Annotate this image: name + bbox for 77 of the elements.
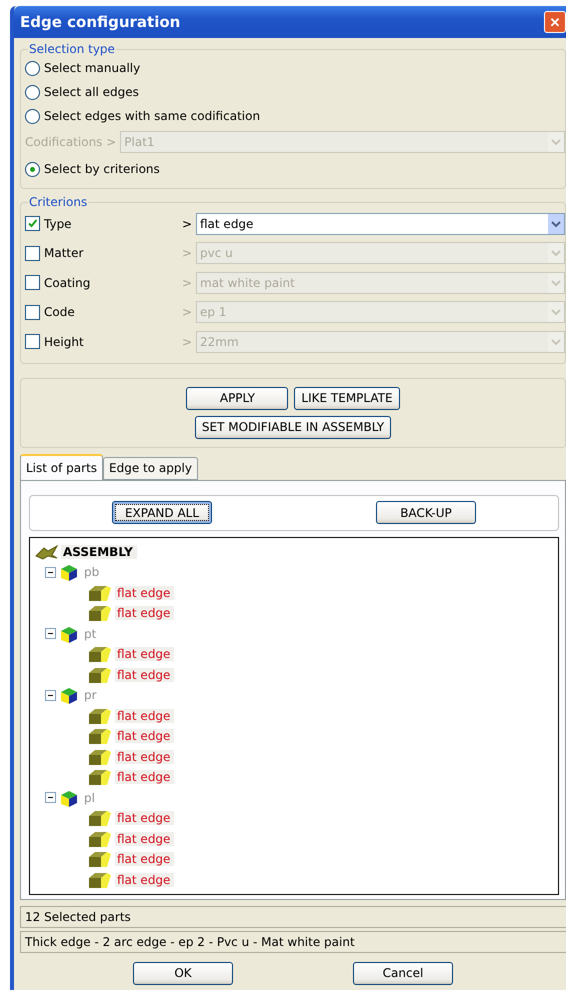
criterion-label: Type	[44, 216, 73, 231]
tree-item[interactable]: flat edge	[115, 729, 174, 744]
window-title: Edge configuration	[20, 13, 180, 31]
group-title: Criterions	[28, 195, 88, 209]
tree-item[interactable]: flat edge	[115, 770, 174, 784]
edge-block-icon	[87, 584, 113, 602]
edge-block-icon	[87, 850, 113, 868]
cancel-button[interactable]: Cancel	[353, 962, 453, 984]
collapse-icon[interactable]	[45, 628, 56, 640]
edge-block-icon	[87, 809, 113, 828]
checkbox[interactable]	[25, 216, 40, 232]
radio-button[interactable]	[25, 84, 40, 100]
tree-item[interactable]: pl	[82, 790, 99, 805]
separator-text: >	[180, 334, 192, 349]
edge-block-icon	[87, 706, 113, 725]
edge-block-icon	[87, 768, 113, 786]
tree-item[interactable]: flat edge	[115, 832, 174, 846]
collapse-icon[interactable]	[45, 690, 56, 701]
tree-item[interactable]: ASSEMBLY	[61, 544, 137, 559]
radio-button[interactable]	[25, 162, 40, 176]
option-label: Select manually	[44, 61, 140, 75]
collapse-icon[interactable]	[45, 566, 56, 578]
cube-icon	[58, 686, 80, 704]
field-label: Codifications >	[25, 135, 116, 149]
tree-item[interactable]: flat edge	[115, 852, 174, 866]
tree-item[interactable]: flat edge	[115, 668, 174, 682]
tree-item[interactable]: flat edge	[115, 811, 174, 826]
edge-block-icon	[87, 830, 113, 848]
collapse-icon[interactable]	[45, 792, 56, 804]
ok-button[interactable]: OK	[133, 962, 233, 984]
expand-all-button[interactable]: EXPAND ALL	[112, 501, 212, 524]
checkbox[interactable]	[25, 334, 40, 350]
set-modifiable-button[interactable]: SET MODIFIABLE IN ASSEMBLY	[194, 416, 392, 438]
criterion-label: Matter	[44, 246, 84, 260]
criterion-label: Height	[44, 334, 85, 349]
tree-item[interactable]: pr	[82, 688, 101, 702]
edge-block-icon	[87, 645, 113, 664]
tree-item[interactable]: pt	[82, 626, 100, 641]
separator-text: >	[180, 276, 192, 290]
edge-block-icon	[87, 604, 113, 622]
close-button[interactable]: ✕	[544, 11, 566, 33]
tree-item[interactable]: flat edge	[115, 606, 174, 620]
tab[interactable]: Edge to apply	[103, 456, 198, 480]
option-label: Select by criterions	[44, 162, 160, 176]
edge-block-icon	[87, 748, 113, 766]
checkbox[interactable]	[25, 246, 40, 261]
radio-button[interactable]	[25, 108, 40, 124]
tree-item[interactable]: flat edge	[115, 872, 174, 887]
criterion-label: Coating	[44, 276, 92, 290]
cube-icon	[58, 563, 80, 582]
cube-icon	[58, 624, 80, 643]
tree-item[interactable]: flat edge	[115, 708, 174, 723]
separator-text: >	[180, 216, 192, 231]
edge-block-icon	[87, 666, 113, 684]
option-label: Select edges with same codification	[44, 109, 260, 123]
tab[interactable]: List of parts	[20, 454, 104, 480]
group-title: Selection type	[28, 42, 116, 56]
back-up-button[interactable]: BACK-UP	[376, 501, 476, 524]
option-label: Select all edges	[44, 85, 139, 99]
like-template-button[interactable]: LIKE TEMPLATE	[294, 386, 400, 410]
tree-item[interactable]: pb	[82, 565, 104, 580]
tree-item[interactable]: flat edge	[115, 586, 174, 600]
apply-button[interactable]: APPLY	[186, 386, 288, 410]
status-text: 12 Selected parts	[25, 910, 131, 924]
tree-item[interactable]: flat edge	[115, 647, 174, 662]
checkbox[interactable]	[25, 304, 40, 320]
separator-text: >	[180, 246, 192, 260]
tree-item[interactable]: flat edge	[115, 750, 174, 764]
criterion-dropdown[interactable]: flat edge	[196, 212, 565, 235]
edge-block-icon	[87, 870, 113, 889]
separator-text: >	[180, 305, 192, 320]
status-text: Thick edge - 2 arc edge - ep 2 - Pvc u - Mat white paint	[25, 934, 355, 948]
checkbox[interactable]	[25, 275, 40, 290]
cube-icon	[58, 788, 80, 807]
criterion-label: Code	[44, 305, 76, 320]
edge-block-icon	[87, 727, 113, 746]
radio-button[interactable]	[25, 60, 40, 76]
